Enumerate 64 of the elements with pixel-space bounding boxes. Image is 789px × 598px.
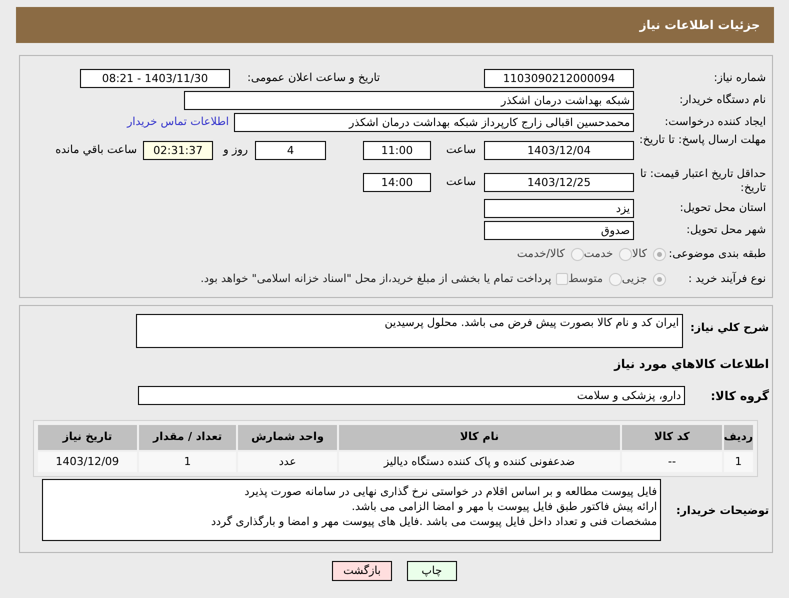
table-cell: ضدعفونی کننده و پاک کننده دستگاه دیالیز (338, 452, 620, 472)
input-field[interactable]: دارو، پزشکی و سلامت (138, 386, 685, 405)
field-label: شهر محل تحویل: (685, 223, 766, 237)
table-cell: 1 (724, 452, 753, 472)
input-field[interactable]: 1403/12/25 (484, 172, 634, 192)
field-label: ساعت (445, 175, 476, 189)
radio-label: خدمت (584, 246, 614, 262)
column-header: ردیف (724, 425, 753, 450)
radio-label: کالا/خدمت (517, 246, 565, 262)
contact-link[interactable]: اطلاعات تماس خریدار (127, 114, 229, 130)
input-field[interactable]: شبکه بهداشت درمان اشکذر (184, 90, 634, 110)
radio-label: کالا (632, 246, 647, 262)
note-line: فایل پیوست مطالعه و بر اساس اقلام در خواستی نرخ گذاری نهایی در سامانه صورت پذیرد (244, 484, 657, 499)
field-label: طبقه بندی موضوعی: (668, 247, 766, 261)
section-title: اطلاعات کالاهاي مورد نياز (614, 356, 769, 373)
radio-button[interactable] (619, 248, 632, 260)
table-cell: 1 (138, 452, 236, 472)
page-title: جزئیات اطلاعات نیاز (639, 17, 760, 34)
field-label: گروه کالا: (710, 388, 769, 405)
payment-note: پرداخت تمام یا بخشی از مبلغ خرید،از محل "اسناد خزانه اسلامی" خواهد بود. (200, 270, 552, 287)
field-label: شماره نیاز: (712, 71, 766, 85)
input-field[interactable]: 14:00 (363, 172, 431, 192)
input-field[interactable]: 1103090212000094 (484, 68, 634, 88)
field-label: مهلت ارسال پاسخ: تا تاریخ: (638, 133, 766, 147)
radio-label: جزیی (622, 270, 647, 287)
field-label: استان محل تحویل: (678, 201, 766, 215)
input-field[interactable]: یزد (484, 198, 634, 218)
input-field[interactable]: صدوق (484, 220, 634, 240)
table-cell: 1403/12/09 (38, 452, 137, 472)
input-field[interactable]: 1403/12/04 (484, 140, 634, 160)
column-header: کد کالا (622, 425, 722, 450)
column-header: تاریخ نیاز (38, 425, 137, 450)
column-header: واحد شمارش (238, 425, 337, 450)
note-line: مشخصات فنی و تعداد داخل فایل پیوست می باشد .فایل های پیوست مهر و امضا و بارگذاری گردد (210, 514, 657, 529)
back-button[interactable]: بازگشت (332, 561, 392, 581)
column-header: تعداد / مقدار (138, 425, 236, 450)
field-label: توضیحات خریدار: (676, 503, 769, 519)
radio-button[interactable] (653, 248, 666, 260)
countdown-field[interactable]: 02:31:37 (143, 140, 213, 160)
input-field[interactable]: 1403/11/30 - 08:21 (80, 68, 230, 88)
field-label: ساعت باقي مانده (55, 143, 137, 157)
field-label: تاریخ و ساعت اعلان عمومی: (246, 71, 380, 85)
checkbox[interactable] (556, 273, 568, 285)
field-label: ساعت (445, 143, 476, 157)
input-field[interactable]: 11:00 (363, 140, 431, 160)
radio-button[interactable] (570, 248, 584, 260)
radio-button[interactable] (608, 272, 622, 286)
notes-box[interactable] (42, 479, 661, 541)
input-field[interactable]: محمدحسین اقبالی زارج کارپرداز شبکه بهداشت درمان اشکذر (234, 112, 634, 132)
field-label: روز و (222, 143, 248, 157)
column-header: نام کالا (338, 425, 620, 450)
field-label: ایجاد کننده درخواست: (664, 115, 766, 129)
note-line: ارائه پیش فاکتور طبق فایل پیوست با مهر و امضا الزامی می باشد. (350, 499, 657, 514)
description-box[interactable]: ایران کد و نام کالا بصورت پیش فرض می باشد. محلول پرسیدین (136, 314, 683, 348)
table-cell: عدد (238, 452, 337, 472)
field-label: نام دستگاه خریدار: (678, 93, 766, 107)
field-label: حداقل تاریخ اعتبار قیمت: تا تاریخ: (639, 167, 766, 195)
radio-label: متوسط (568, 270, 603, 287)
field-label: شرح کلي نياز: (690, 320, 769, 336)
field-label: نوع فرآیند خرید : (687, 272, 766, 286)
input-field[interactable]: 4 (255, 140, 326, 160)
print-button[interactable]: چاپ (406, 561, 457, 581)
table-cell: -- (622, 452, 722, 472)
radio-button[interactable] (653, 272, 666, 286)
